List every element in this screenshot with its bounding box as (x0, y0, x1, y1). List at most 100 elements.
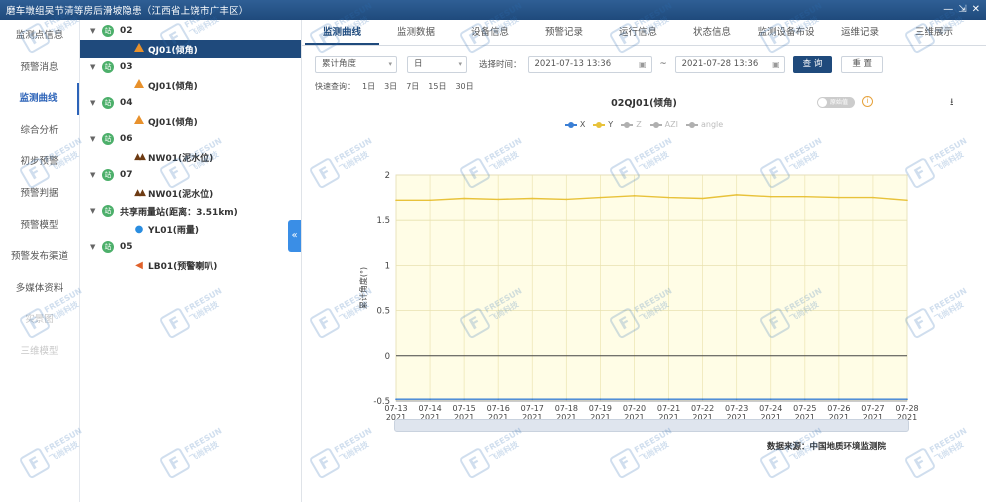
legend-item[interactable]: angle (685, 120, 723, 129)
data-point-X (838, 398, 840, 400)
caret-down-icon[interactable]: ▼ (90, 135, 100, 143)
data-point-Y (701, 197, 704, 200)
nav-item[interactable]: 多媒体资料 (0, 273, 79, 305)
station-badge: 站 (102, 97, 114, 109)
tab[interactable]: 三维展示 (897, 20, 971, 45)
data-point-Y (906, 199, 908, 202)
start-date-input[interactable]: 2021-07-13 13:36 ▣ (527, 55, 652, 73)
tree-station[interactable]: ▼ 站 04 (80, 94, 301, 112)
tab[interactable]: 设备信息 (453, 20, 527, 45)
nav-item[interactable]: 预警发布渠道 (0, 241, 79, 273)
nav-item[interactable]: 预警模型 (0, 210, 79, 242)
chevron-down-icon: ▾ (388, 59, 392, 68)
caret-down-icon[interactable]: ▼ (90, 207, 100, 215)
nav-item[interactable]: 预警判据 (0, 178, 79, 210)
tree-device[interactable]: ◀ LB01(预警喇叭) (80, 256, 301, 274)
station-badge: 站 (102, 241, 114, 253)
metric-select[interactable]: 累计角度 ▾ (315, 55, 397, 73)
tab[interactable]: 运维记录 (823, 20, 897, 45)
device-label: NW01(泥水位) (148, 189, 214, 200)
device-label: NW01(泥水位) (148, 153, 214, 164)
legend-label: Z (636, 120, 642, 129)
tree-station[interactable]: ▼ 站 07 (80, 166, 301, 184)
caret-down-icon[interactable]: ▼ (90, 171, 100, 179)
data-source: 数据来源：中国地质环境监测院 (767, 442, 887, 452)
data-point-X (463, 398, 465, 400)
triangle-icon (133, 79, 145, 91)
nav-item[interactable]: 监测点信息 (0, 20, 79, 52)
device-label: LB01(预警喇叭) (148, 261, 218, 272)
download-icon[interactable]: ⭳ (950, 95, 954, 112)
reset-button[interactable]: 重 置 (841, 55, 884, 73)
triangle-shape (134, 115, 144, 124)
legend-item[interactable]: Y (593, 120, 613, 129)
collapse-tree-button[interactable]: « (288, 220, 301, 252)
caret-down-icon[interactable]: ▼ (90, 243, 100, 251)
legend-item[interactable]: AZI (649, 120, 678, 129)
device-label: YL01(雨量) (148, 225, 200, 236)
caret-down-icon[interactable]: ▼ (90, 99, 100, 107)
tree-station[interactable]: ▼ 站共享雨量站(距离：3.51km) (80, 202, 301, 220)
tree-device[interactable]: QJ01(倾角) (80, 76, 301, 94)
tab[interactable]: 监测数据 (379, 20, 453, 45)
data-point-Y (769, 195, 772, 198)
data-point-X (633, 398, 636, 400)
quick-query-option[interactable]: 7日 (406, 81, 419, 92)
tab[interactable]: 运行信息 (601, 20, 675, 45)
close-icon[interactable]: ✕ (972, 5, 980, 15)
data-point-X (735, 398, 738, 400)
y-tick-label: 1.5 (376, 216, 390, 226)
data-point-X (701, 398, 704, 400)
tree-device[interactable]: QJ01(倾角) (80, 40, 301, 58)
data-point-Y (531, 197, 534, 200)
tab[interactable]: 监测曲线 (305, 20, 379, 45)
station-label: 06 (120, 134, 133, 144)
legend-marker (685, 121, 698, 128)
tree-device[interactable]: ● YL01(雨量) (80, 220, 301, 238)
tree-station[interactable]: ▼ 站 06 (80, 130, 301, 148)
quick-query-option[interactable]: 1日 (362, 81, 375, 92)
triangle-icon (133, 115, 145, 127)
nav-item[interactable]: 综合分析 (0, 115, 79, 147)
data-zoom-slider[interactable] (394, 419, 909, 432)
y-tick-label: 2 (385, 171, 390, 181)
tab[interactable]: 预警记录 (527, 20, 601, 45)
quick-query-option[interactable]: 15日 (428, 81, 446, 92)
nav-item[interactable]: 三维模型 (0, 336, 79, 368)
data-point-Y (872, 196, 874, 199)
query-button[interactable]: 查 询 (792, 55, 833, 73)
caret-down-icon[interactable]: ▼ (90, 63, 100, 71)
nav-item[interactable]: 实景图 (0, 304, 79, 336)
tree-device[interactable]: ▲▲ NW01(泥水位) (80, 184, 301, 202)
tree-station[interactable]: ▼ 站 05 (80, 238, 301, 256)
caret-down-icon[interactable]: ▼ (90, 27, 100, 35)
nav-item[interactable]: 初步预警 (0, 146, 79, 178)
data-point-Y (633, 194, 636, 197)
interval-select[interactable]: 日 ▾ (407, 55, 467, 73)
data-point-Y (429, 199, 431, 202)
station-label: 03 (120, 62, 133, 72)
tree-device[interactable]: ▲▲ NW01(泥水位) (80, 148, 301, 166)
tree-station[interactable]: ▼ 站 03 (80, 58, 301, 76)
tab[interactable]: 状态信息 (675, 20, 749, 45)
data-point-Y (735, 194, 738, 196)
tab[interactable]: 监测设备布设 (749, 20, 823, 45)
raindrop-icon: ● (134, 223, 144, 235)
raw-value-toggle[interactable]: 原始值 (817, 97, 855, 108)
tree-station[interactable]: ▼ 站 02 (80, 22, 301, 40)
chart-title: 02QJ01(倾角) (611, 98, 677, 109)
end-date-input[interactable]: 2021-07-28 13:36 ▣ (674, 55, 785, 73)
data-point-Y (497, 198, 499, 201)
date-separator: ~ (659, 59, 667, 69)
legend-marker (593, 121, 606, 128)
minimize-icon[interactable]: — (943, 5, 953, 15)
quick-query-option[interactable]: 3日 (384, 81, 397, 92)
legend-item[interactable]: Z (621, 120, 642, 129)
info-icon[interactable]: i (862, 96, 873, 107)
quick-query-option[interactable]: 30日 (455, 81, 473, 92)
legend-item[interactable]: X (564, 120, 585, 129)
tree-device[interactable]: QJ01(倾角) (80, 112, 301, 130)
nav-item[interactable]: 预警消息 (0, 52, 79, 84)
nav-item[interactable]: 监测曲线 (0, 83, 79, 115)
maximize-icon[interactable]: ⇲ (958, 5, 966, 15)
